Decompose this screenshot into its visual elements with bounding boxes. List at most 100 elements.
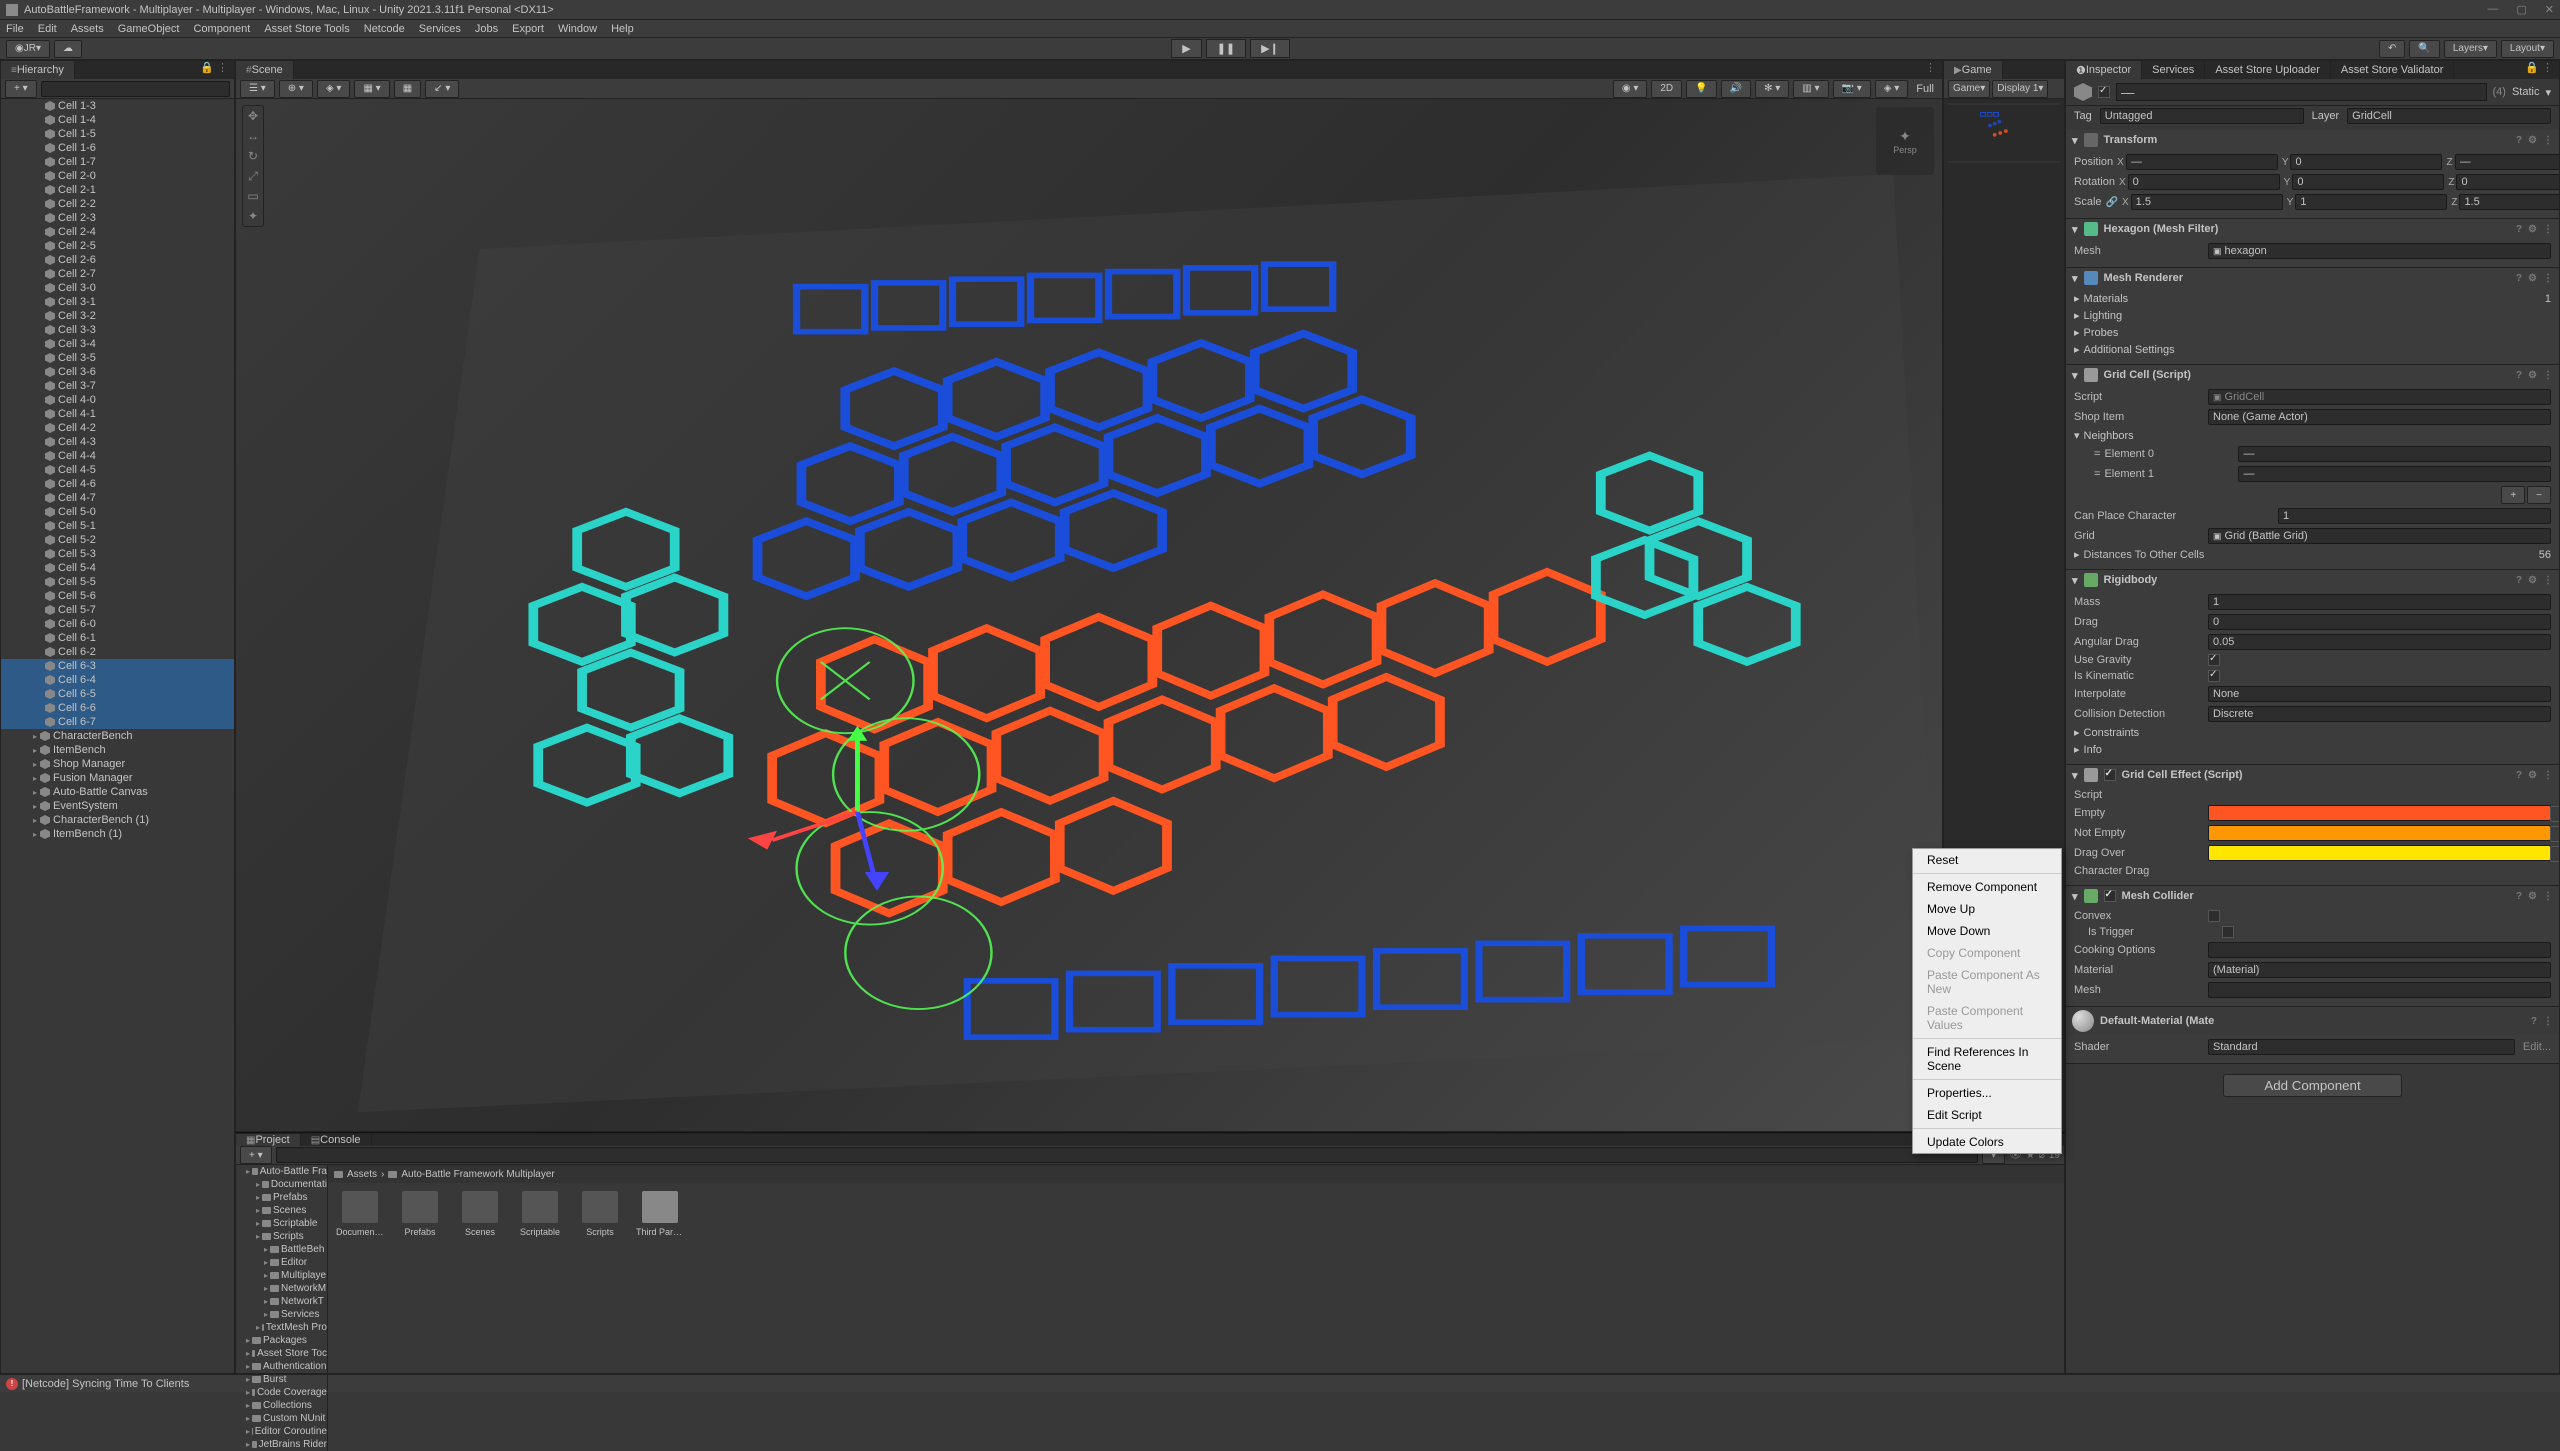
project-search-input[interactable]: [276, 1147, 1979, 1163]
menu-services[interactable]: Services: [419, 23, 461, 35]
hierarchy-item[interactable]: Cell 2-3: [1, 211, 234, 225]
mesh-renderer-header[interactable]: ▾ Mesh Renderer ?⚙⋮: [2066, 268, 2559, 288]
scene-orientation-gizmo[interactable]: ✦ Persp: [1876, 107, 1934, 175]
hierarchy-item[interactable]: Cell 3-3: [1, 323, 234, 337]
project-tree-item[interactable]: ▸BattleBeh: [236, 1243, 327, 1256]
menu-help[interactable]: Help: [611, 23, 634, 35]
scene-draw-mode[interactable]: ◉ ▾: [1613, 80, 1648, 98]
layout-dropdown[interactable]: Layout ▾: [2501, 40, 2554, 58]
project-tree-item[interactable]: ▸Collections: [236, 1399, 327, 1412]
mesh-collider-header[interactable]: ▾ Mesh Collider ?⚙⋮: [2066, 886, 2559, 906]
convex-checkbox[interactable]: [2208, 910, 2220, 922]
hierarchy-lock-icon[interactable]: 🔒 ⋮: [194, 61, 234, 79]
scene-audio-toggle[interactable]: 🔊: [1721, 80, 1751, 98]
account-button[interactable]: ◉ JR ▾: [6, 40, 50, 58]
rect-tool-icon[interactable]: ▭: [243, 186, 263, 206]
context-menu-item[interactable]: Edit Script: [1913, 1104, 2061, 1126]
menu-edit[interactable]: Edit: [38, 23, 57, 35]
hierarchy-list[interactable]: Cell 1-3Cell 1-4Cell 1-5Cell 1-6Cell 1-7…: [1, 99, 234, 1373]
not-empty-color-field[interactable]: [2208, 825, 2551, 841]
hierarchy-item[interactable]: Cell 4-5: [1, 463, 234, 477]
mass-field[interactable]: [2208, 594, 2551, 610]
breadcrumb-root[interactable]: Assets: [347, 1169, 377, 1180]
project-tree-item[interactable]: ▸Editor Coroutine: [236, 1425, 327, 1438]
hierarchy-item[interactable]: Cell 2-1: [1, 183, 234, 197]
step-button[interactable]: ▶❙: [1250, 39, 1290, 58]
tab-services[interactable]: Services: [2142, 61, 2205, 79]
project-tree-item[interactable]: ▸Documentati: [236, 1178, 327, 1191]
object-name-field[interactable]: [2116, 83, 2487, 101]
hierarchy-item[interactable]: Cell 3-2: [1, 309, 234, 323]
hierarchy-item[interactable]: Cell 4-1: [1, 407, 234, 421]
hierarchy-item[interactable]: Cell 2-7: [1, 267, 234, 281]
mesh-field[interactable]: hexagon: [2208, 243, 2551, 259]
close-button[interactable]: ✕: [2545, 3, 2554, 16]
scene-snap-button[interactable]: ▦: [394, 80, 421, 98]
maximize-button[interactable]: ▢: [2516, 3, 2526, 16]
menu-window[interactable]: Window: [558, 23, 597, 35]
collider-mesh-field[interactable]: [2208, 982, 2551, 998]
hierarchy-item[interactable]: Cell 5-5: [1, 575, 234, 589]
grid-cell-effect-header[interactable]: ▾ Grid Cell Effect (Script) ?⚙⋮: [2066, 765, 2559, 785]
context-menu-item[interactable]: Update Colors: [1913, 1131, 2061, 1153]
hierarchy-item[interactable]: Cell 5-7: [1, 603, 234, 617]
hierarchy-item[interactable]: Cell 6-6: [1, 701, 234, 715]
preset-icon[interactable]: ⚙: [2528, 135, 2537, 146]
scene-overlay-toggle[interactable]: ▥ ▾: [1793, 80, 1828, 98]
hierarchy-item[interactable]: ▸ Fusion Manager: [1, 771, 234, 785]
project-tree-item[interactable]: ▸Packages: [236, 1334, 327, 1347]
hierarchy-item[interactable]: Cell 6-4: [1, 673, 234, 687]
context-menu-item[interactable]: Properties...: [1913, 1082, 2061, 1104]
can-place-field[interactable]: [2278, 508, 2551, 524]
tag-dropdown[interactable]: Untagged: [2100, 108, 2304, 124]
minimize-button[interactable]: —: [2487, 3, 2498, 16]
pause-button[interactable]: ❚❚: [1206, 39, 1246, 58]
rotation-y[interactable]: [2292, 174, 2444, 190]
rigidbody-header[interactable]: ▾ Rigidbody ?⚙⋮: [2066, 570, 2559, 590]
hierarchy-item[interactable]: Cell 4-7: [1, 491, 234, 505]
hierarchy-item[interactable]: Cell 1-5: [1, 127, 234, 141]
game-display-dropdown[interactable]: Display 1 ▾: [1992, 80, 2048, 98]
hierarchy-item[interactable]: Cell 5-1: [1, 519, 234, 533]
position-z[interactable]: [2455, 154, 2559, 170]
hierarchy-item[interactable]: Cell 4-2: [1, 421, 234, 435]
hierarchy-item[interactable]: Cell 1-6: [1, 141, 234, 155]
hierarchy-item[interactable]: Cell 4-4: [1, 449, 234, 463]
scene-camera-toggle[interactable]: 📷 ▾: [1833, 80, 1871, 98]
hierarchy-search-input[interactable]: [41, 81, 230, 97]
project-create-button[interactable]: + ▾: [240, 1146, 272, 1164]
project-tree-item[interactable]: ▸TextMesh Pro: [236, 1321, 327, 1334]
asset-item[interactable]: Third Party...: [636, 1191, 684, 1443]
material-field[interactable]: (Material): [2208, 962, 2551, 978]
scene-fx-toggle[interactable]: ✻ ▾: [1755, 80, 1789, 98]
layers-dropdown[interactable]: Layers ▾: [2444, 40, 2497, 58]
game-target-dropdown[interactable]: Game ▾: [1948, 80, 1990, 98]
hierarchy-item[interactable]: Cell 1-4: [1, 113, 234, 127]
is-kinematic-checkbox[interactable]: [2208, 670, 2220, 682]
hierarchy-item[interactable]: Cell 4-3: [1, 435, 234, 449]
rotation-x[interactable]: [2128, 174, 2280, 190]
angular-drag-field[interactable]: [2208, 634, 2551, 650]
default-material-header[interactable]: Default-Material (Mate ?⋮: [2066, 1007, 2559, 1035]
position-y[interactable]: [2290, 154, 2442, 170]
project-tree-item[interactable]: ▸JetBrains Rider: [236, 1438, 327, 1451]
asset-item[interactable]: Scripts: [576, 1191, 624, 1443]
project-tree-item[interactable]: ▸Scripts: [236, 1230, 327, 1243]
view-tool-icon[interactable]: ✥: [243, 106, 263, 126]
breadcrumb-current[interactable]: Auto-Battle Framework Multiplayer: [401, 1169, 554, 1180]
play-button[interactable]: ▶: [1171, 39, 1201, 58]
hierarchy-item[interactable]: Cell 1-7: [1, 155, 234, 169]
asset-item[interactable]: Prefabs: [396, 1191, 444, 1443]
hierarchy-item[interactable]: Cell 2-5: [1, 239, 234, 253]
component-enabled-checkbox[interactable]: [2104, 890, 2116, 902]
shader-dropdown[interactable]: Standard: [2208, 1039, 2515, 1055]
element-0-field[interactable]: —: [2238, 446, 2551, 462]
error-icon[interactable]: !: [6, 1378, 18, 1390]
gameobject-icon[interactable]: [2074, 83, 2092, 101]
search-button[interactable]: 🔍: [2409, 40, 2439, 58]
hierarchy-create-button[interactable]: + ▾: [5, 80, 37, 98]
scene-snap2-button[interactable]: ↙ ▾: [425, 80, 459, 98]
collision-dropdown[interactable]: Discrete: [2208, 706, 2551, 722]
hierarchy-item[interactable]: Cell 3-0: [1, 281, 234, 295]
scene-grid-button[interactable]: ▦ ▾: [354, 80, 389, 98]
